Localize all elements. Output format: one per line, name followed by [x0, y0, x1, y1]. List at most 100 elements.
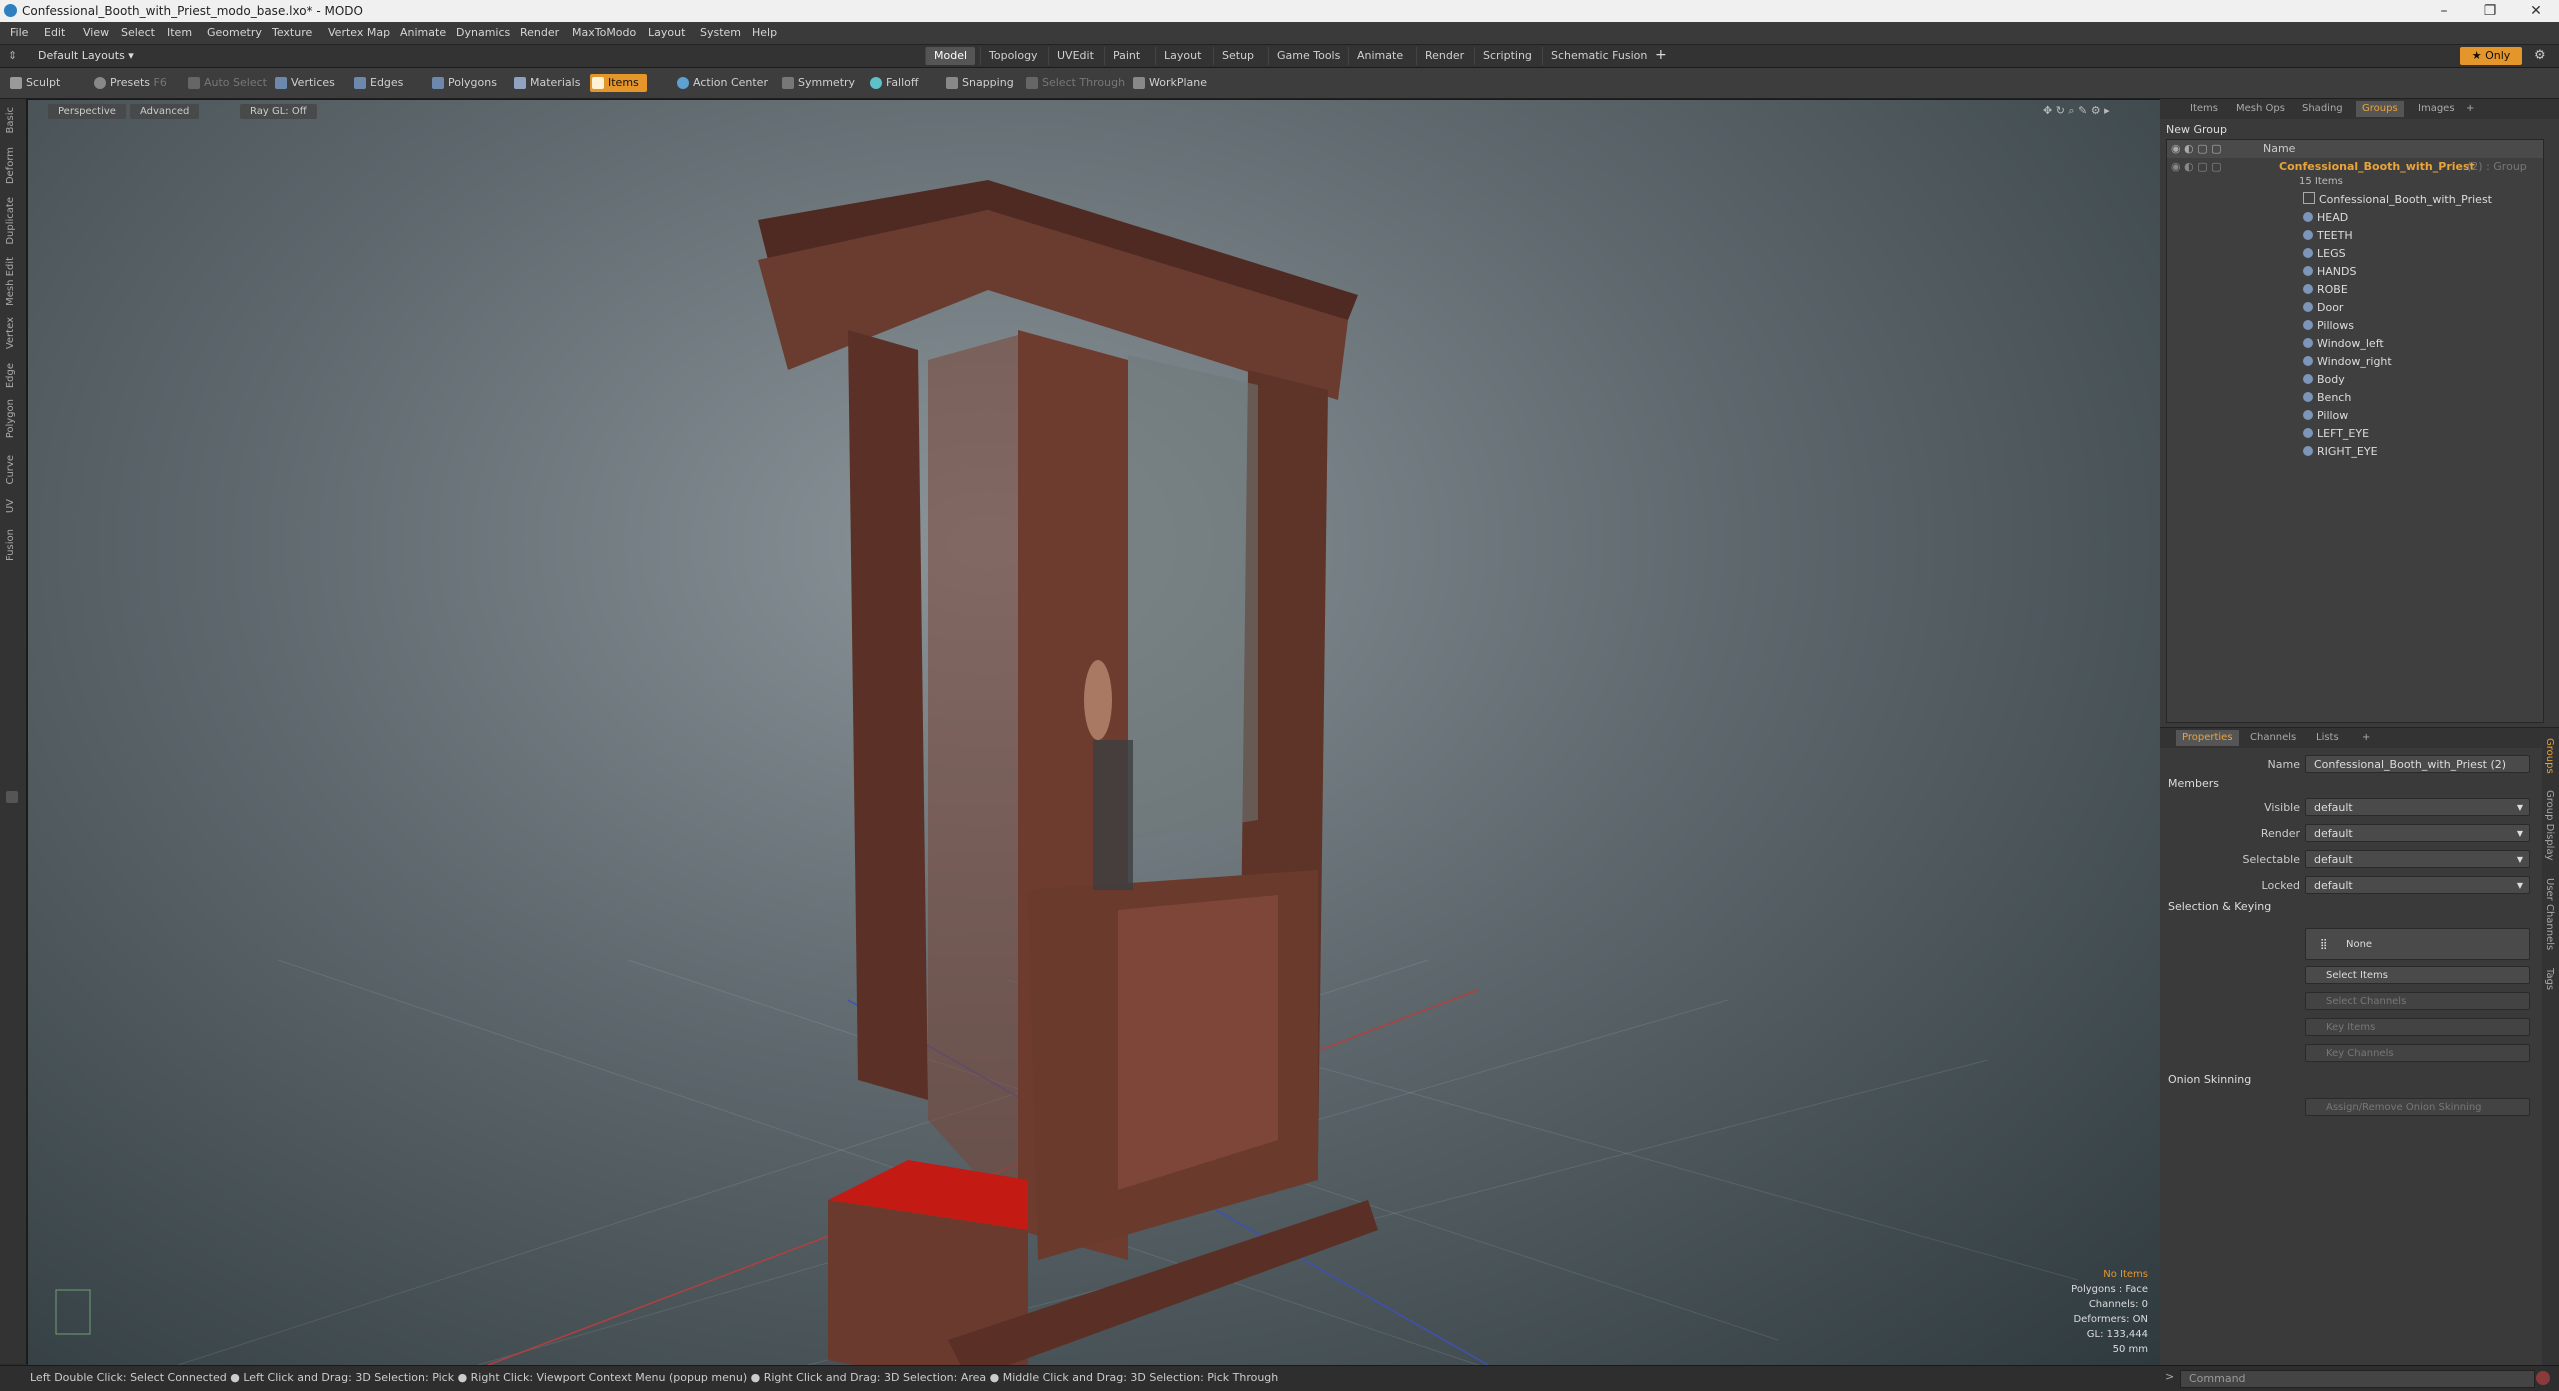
none-button[interactable]: ⣿ None	[2305, 928, 2530, 960]
gear-icon[interactable]: ⚙	[2534, 48, 2546, 63]
workplane-button[interactable]: WorkPlane	[1131, 74, 1207, 92]
tree-item[interactable]: Pillows	[2167, 317, 2543, 335]
name-field[interactable]: Confessional_Booth_with_Priest (2)	[2305, 755, 2530, 773]
key-channels-button[interactable]: Key Channels	[2305, 1044, 2530, 1062]
falloff-button[interactable]: Falloff	[868, 74, 918, 92]
tab-shading[interactable]: Shading	[2296, 101, 2349, 117]
menu-item[interactable]: Item	[167, 26, 192, 39]
tab-items[interactable]: Items	[2184, 101, 2224, 117]
tree-item[interactable]: HEAD	[2167, 209, 2543, 227]
select-channels-button[interactable]: Select Channels	[2305, 992, 2530, 1010]
add-layout-icon[interactable]: +	[1655, 47, 1667, 63]
tab-lists[interactable]: Lists	[2310, 730, 2345, 746]
menu-geometry[interactable]: Geometry	[207, 26, 262, 39]
strip-tab-vertex[interactable]: Vertex	[5, 317, 16, 349]
command-input[interactable]: Command	[2180, 1370, 2535, 1388]
only-toggle[interactable]: ★ Only	[2460, 47, 2522, 65]
assign-onion-button[interactable]: Assign/Remove Onion Skinning	[2305, 1098, 2530, 1116]
vtab-group-display[interactable]: Group Display	[2544, 790, 2555, 860]
tab-uvedit[interactable]: UVEdit	[1048, 47, 1102, 65]
menu-layout[interactable]: Layout	[648, 26, 685, 39]
edges-button[interactable]: Edges	[352, 74, 403, 92]
strip-toggle-icon[interactable]	[6, 791, 18, 803]
action-center-button[interactable]: Action Center	[675, 74, 768, 92]
tab-scripting[interactable]: Scripting	[1474, 47, 1540, 65]
tree-item[interactable]: LEGS	[2167, 245, 2543, 263]
menu-dynamics[interactable]: Dynamics	[456, 26, 510, 39]
tree-item[interactable]: Confessional_Booth_with_Priest	[2167, 191, 2543, 209]
select-items-button[interactable]: Select Items	[2305, 966, 2530, 984]
strip-tab-uv[interactable]: UV	[5, 499, 16, 513]
menu-select[interactable]: Select	[121, 26, 155, 39]
sculpt-button[interactable]: Sculpt	[8, 74, 60, 92]
tree-item[interactable]: Body	[2167, 371, 2543, 389]
tree-item[interactable]: Door	[2167, 299, 2543, 317]
vertices-button[interactable]: Vertices	[273, 74, 335, 92]
select-through-button[interactable]: Select Through	[1024, 74, 1125, 92]
menu-maxtomodo[interactable]: MaxToModo	[572, 26, 636, 39]
snapping-button[interactable]: Snapping	[944, 74, 1014, 92]
strip-tab-duplicate[interactable]: Duplicate	[5, 197, 16, 245]
strip-tab-edge[interactable]: Edge	[5, 363, 16, 388]
tree-item[interactable]: HANDS	[2167, 263, 2543, 281]
strip-tab-deform[interactable]: Deform	[5, 147, 16, 184]
tab-animate[interactable]: Animate	[1348, 47, 1411, 65]
minimize-button[interactable]: –	[2421, 0, 2467, 22]
tab-channels[interactable]: Channels	[2244, 730, 2302, 746]
tree-item[interactable]: LEFT_EYE	[2167, 425, 2543, 443]
visible-dropdown[interactable]: default ▼	[2305, 798, 2530, 816]
layout-pin-icon[interactable]: ⇕	[8, 49, 17, 62]
menu-system[interactable]: System	[700, 26, 741, 39]
symmetry-button[interactable]: Symmetry	[780, 74, 855, 92]
tab-model[interactable]: Model	[925, 47, 976, 65]
tab-properties[interactable]: Properties	[2176, 730, 2239, 746]
selectable-dropdown[interactable]: default ▼	[2305, 850, 2530, 868]
tab-images[interactable]: Images	[2412, 101, 2461, 117]
selection-keying-section[interactable]: Selection & Keying	[2168, 900, 2271, 913]
polygons-button[interactable]: Polygons	[430, 74, 497, 92]
close-button[interactable]: ✕	[2513, 0, 2559, 22]
tree-item[interactable]: Bench	[2167, 389, 2543, 407]
key-items-button[interactable]: Key Items	[2305, 1018, 2530, 1036]
tab-game-tools[interactable]: Game Tools	[1268, 47, 1348, 65]
tree-item[interactable]: Window_left	[2167, 335, 2543, 353]
menu-file[interactable]: File	[10, 26, 28, 39]
materials-button[interactable]: Materials	[512, 74, 580, 92]
tree-item[interactable]: Window_right	[2167, 353, 2543, 371]
tab-paint[interactable]: Paint	[1104, 47, 1148, 65]
3d-viewport[interactable]: Perspective Advanced Ray GL: Off ✥ ↻ ⌕ ✎…	[27, 99, 2161, 1366]
vtab-tags[interactable]: Tags	[2544, 968, 2555, 990]
menu-texture[interactable]: Texture	[272, 26, 312, 39]
tab-mesh-ops[interactable]: Mesh Ops	[2230, 101, 2291, 117]
tab-setup[interactable]: Setup	[1213, 47, 1262, 65]
vtab-user-channels[interactable]: User Channels	[2544, 878, 2555, 950]
tab-layout[interactable]: Layout	[1155, 47, 1209, 65]
tree-item[interactable]: Pillow	[2167, 407, 2543, 425]
tab-topology[interactable]: Topology	[980, 47, 1046, 65]
members-section[interactable]: Members	[2168, 777, 2219, 790]
strip-tab-curve[interactable]: Curve	[5, 455, 16, 485]
menu-help[interactable]: Help	[752, 26, 777, 39]
menu-view[interactable]: View	[83, 26, 109, 39]
onion-skinning-section[interactable]: Onion Skinning	[2168, 1073, 2251, 1086]
items-button[interactable]: Items	[590, 74, 647, 92]
tab-render[interactable]: Render	[1416, 47, 1472, 65]
locked-dropdown[interactable]: default ▼	[2305, 876, 2530, 894]
vtab-groups[interactable]: Groups	[2544, 738, 2555, 774]
record-icon[interactable]	[2536, 1371, 2550, 1385]
menu-vertex-map[interactable]: Vertex Map	[328, 26, 390, 39]
tab-schematic-fusion[interactable]: Schematic Fusion	[1542, 47, 1655, 65]
default-layouts-dropdown[interactable]: Default Layouts ▾	[38, 49, 134, 62]
tree-item[interactable]: TEETH	[2167, 227, 2543, 245]
menu-edit[interactable]: Edit	[44, 26, 65, 39]
render-dropdown[interactable]: default ▼	[2305, 824, 2530, 842]
add-tab-icon[interactable]: +	[2460, 101, 2480, 117]
maximize-button[interactable]: ❐	[2467, 0, 2513, 22]
tab-groups[interactable]: Groups	[2356, 101, 2404, 117]
presets-button[interactable]: Presets F6	[92, 74, 167, 92]
add-props-tab-icon[interactable]: +	[2356, 730, 2376, 746]
strip-tab-mesh-edit[interactable]: Mesh Edit	[5, 257, 16, 306]
new-group-button[interactable]: New Group	[2166, 123, 2227, 136]
menu-animate[interactable]: Animate	[400, 26, 446, 39]
strip-tab-basic[interactable]: Basic	[5, 107, 16, 133]
